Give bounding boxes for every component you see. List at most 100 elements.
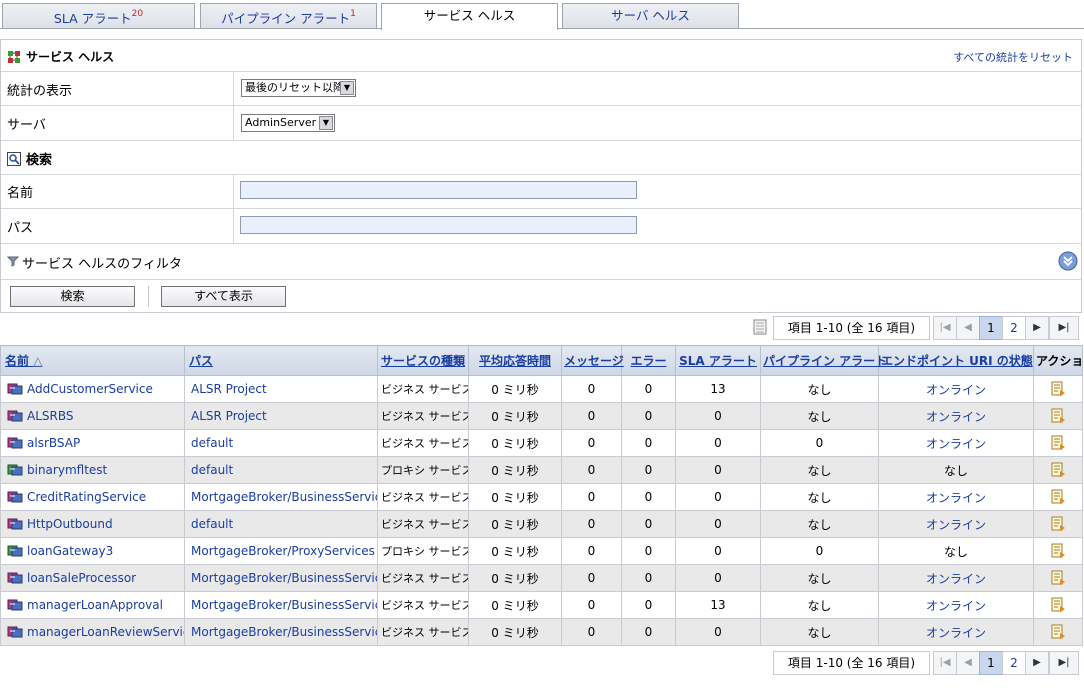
service-name-cell: managerLoanReviewService bbox=[0, 618, 185, 646]
table-row: alsrBSAP default ビジネス サービス 0 ミリ秒 0 0 0 0 オンライン bbox=[0, 429, 1083, 457]
tab-pipeline-alerts[interactable]: パイプライン アラート1 bbox=[200, 3, 377, 29]
errors-cell: 0 bbox=[621, 402, 676, 430]
service-type-cell: ビジネス サービス bbox=[377, 510, 469, 538]
server-select[interactable]: AdminServer ▼ bbox=[241, 114, 335, 132]
errors-cell: 0 bbox=[621, 618, 676, 646]
path-link[interactable]: MortgageBroker/ProxyServices bbox=[191, 544, 375, 558]
page-1-link[interactable]: 1 bbox=[979, 651, 1003, 675]
col-header-sla-alerts[interactable]: SLA アラート bbox=[675, 345, 761, 376]
col-header-errors[interactable]: エラー bbox=[621, 345, 676, 376]
tab-sla-alerts[interactable]: SLA アラート20 bbox=[2, 3, 195, 29]
stats-select[interactable]: 最後のリセット以降 ▼ bbox=[241, 79, 356, 97]
col-header-endpoint-uri-status[interactable]: エンドポイント URI の状態 bbox=[878, 345, 1034, 376]
pipeline-alerts-cell: なし bbox=[760, 510, 879, 538]
endpoint-status[interactable]: オンライン bbox=[926, 437, 986, 451]
action-icon[interactable] bbox=[1050, 462, 1066, 477]
col-name-label: 名前 bbox=[5, 354, 30, 368]
path-link[interactable]: ALSR Project bbox=[191, 382, 267, 396]
col-header-avg-response[interactable]: 平均応答時間 bbox=[468, 345, 562, 376]
panel-header: サービス ヘルス すべての統計をリセット bbox=[1, 40, 1081, 72]
service-name-link[interactable]: managerLoanReviewService bbox=[27, 625, 184, 639]
sla-alerts-cell: 0 bbox=[675, 564, 761, 592]
action-icon[interactable] bbox=[1050, 597, 1066, 612]
service-name-link[interactable]: CreditRatingService bbox=[27, 490, 146, 504]
tab-service-health[interactable]: サービス ヘルス bbox=[381, 3, 558, 30]
action-icon[interactable] bbox=[1050, 570, 1066, 585]
next-page-icon[interactable]: ▶ bbox=[1025, 651, 1049, 675]
pipeline-alerts-cell: なし bbox=[760, 591, 879, 619]
table-header-row: 名前 △ パス サービスの種類 平均応答時間 メッセージ エラー SLA アラー… bbox=[0, 345, 1084, 376]
path-link[interactable]: ALSR Project bbox=[191, 409, 267, 423]
action-icon[interactable] bbox=[1050, 516, 1066, 531]
name-input[interactable] bbox=[240, 181, 637, 199]
path-row: パス bbox=[1, 209, 1081, 244]
endpoint-uri-status-cell: オンライン bbox=[878, 510, 1034, 538]
action-icon[interactable] bbox=[1050, 624, 1066, 639]
col-header-action: アクション bbox=[1033, 345, 1084, 376]
expand-chevron-icon[interactable] bbox=[1058, 251, 1078, 274]
reset-all-stats-link[interactable]: すべての統計をリセット bbox=[953, 49, 1073, 65]
page-2-link[interactable]: 2 bbox=[1002, 651, 1026, 675]
action-icon[interactable] bbox=[1050, 543, 1066, 558]
service-name-link[interactable]: HttpOutbound bbox=[27, 517, 113, 531]
table-row: managerLoanApproval MortgageBroker/Busine… bbox=[0, 591, 1083, 619]
page-2-link[interactable]: 2 bbox=[1002, 316, 1026, 340]
service-name-link[interactable]: binarymfltest bbox=[27, 463, 107, 477]
endpoint-status[interactable]: オンライン bbox=[926, 599, 986, 613]
col-header-path[interactable]: パス bbox=[184, 345, 378, 376]
path-link[interactable]: MortgageBroker/BusinessServices bbox=[191, 625, 377, 639]
first-page-icon[interactable]: |◀ bbox=[933, 316, 957, 340]
pipeline-alerts-cell: なし bbox=[760, 564, 879, 592]
action-icon[interactable] bbox=[1050, 489, 1066, 504]
search-button[interactable]: 検索 bbox=[10, 286, 135, 307]
business-service-icon bbox=[7, 598, 27, 612]
endpoint-uri-status-cell: オンライン bbox=[878, 483, 1034, 511]
col-header-pipeline-alerts[interactable]: パイプライン アラート bbox=[760, 345, 887, 376]
first-page-icon[interactable]: |◀ bbox=[933, 651, 957, 675]
prev-page-icon[interactable]: ◀ bbox=[956, 316, 980, 340]
endpoint-status[interactable]: オンライン bbox=[926, 572, 986, 586]
endpoint-status: なし bbox=[943, 544, 968, 559]
path-link[interactable]: default bbox=[191, 436, 233, 450]
table-settings-icon[interactable] bbox=[753, 319, 769, 338]
endpoint-status[interactable]: オンライン bbox=[926, 491, 986, 505]
path-link[interactable]: default bbox=[191, 517, 233, 531]
path-link[interactable]: MortgageBroker/BusinessServices bbox=[191, 490, 377, 504]
col-header-name[interactable]: 名前 △ bbox=[0, 345, 185, 376]
endpoint-status[interactable]: オンライン bbox=[926, 383, 986, 397]
page-1-link[interactable]: 1 bbox=[979, 316, 1003, 340]
service-name-link[interactable]: AddCustomerService bbox=[27, 382, 153, 396]
service-name-link[interactable]: managerLoanApproval bbox=[27, 598, 163, 612]
path-link[interactable]: MortgageBroker/BusinessServices bbox=[191, 571, 377, 585]
endpoint-status[interactable]: オンライン bbox=[926, 518, 986, 532]
show-all-button[interactable]: すべて表示 bbox=[161, 286, 286, 307]
endpoint-uri-status-cell: オンライン bbox=[878, 375, 1034, 403]
action-icon[interactable] bbox=[1050, 408, 1066, 423]
path-input[interactable] bbox=[240, 216, 637, 234]
action-icon[interactable] bbox=[1050, 381, 1066, 396]
service-name-link[interactable]: alsrBSAP bbox=[27, 436, 80, 450]
endpoint-status[interactable]: オンライン bbox=[926, 626, 986, 640]
service-name-cell: managerLoanApproval bbox=[0, 591, 185, 619]
prev-page-icon[interactable]: ◀ bbox=[956, 651, 980, 675]
path-cell: MortgageBroker/ProxyServices bbox=[184, 537, 378, 565]
service-name-link[interactable]: loanSaleProcessor bbox=[27, 571, 136, 585]
service-type-cell: ビジネス サービス bbox=[377, 483, 469, 511]
filter-toggle[interactable]: サービス ヘルスのフィルタ bbox=[6, 253, 182, 272]
tab-server-health[interactable]: サーバ ヘルス bbox=[562, 3, 739, 29]
next-page-icon[interactable]: ▶ bbox=[1025, 316, 1049, 340]
path-link[interactable]: default bbox=[191, 463, 233, 477]
service-health-panel: サービス ヘルス すべての統計をリセット 統計の表示 最後のリセット以降 ▼ サ… bbox=[0, 39, 1082, 313]
last-page-icon[interactable]: ▶| bbox=[1049, 651, 1079, 675]
action-icon[interactable] bbox=[1050, 435, 1066, 450]
col-header-messages[interactable]: メッセージ bbox=[561, 345, 624, 376]
table-row: managerLoanReviewService MortgageBroker/B… bbox=[0, 618, 1083, 646]
last-page-icon[interactable]: ▶| bbox=[1049, 316, 1079, 340]
col-header-type[interactable]: サービスの種類 bbox=[377, 345, 469, 376]
service-name-link[interactable]: loanGateway3 bbox=[27, 544, 113, 558]
path-link[interactable]: MortgageBroker/BusinessService bbox=[191, 598, 377, 612]
action-cell bbox=[1033, 510, 1083, 538]
name-row: 名前 bbox=[1, 175, 1081, 209]
service-name-link[interactable]: ALSRBS bbox=[27, 409, 74, 423]
endpoint-status[interactable]: オンライン bbox=[926, 410, 986, 424]
